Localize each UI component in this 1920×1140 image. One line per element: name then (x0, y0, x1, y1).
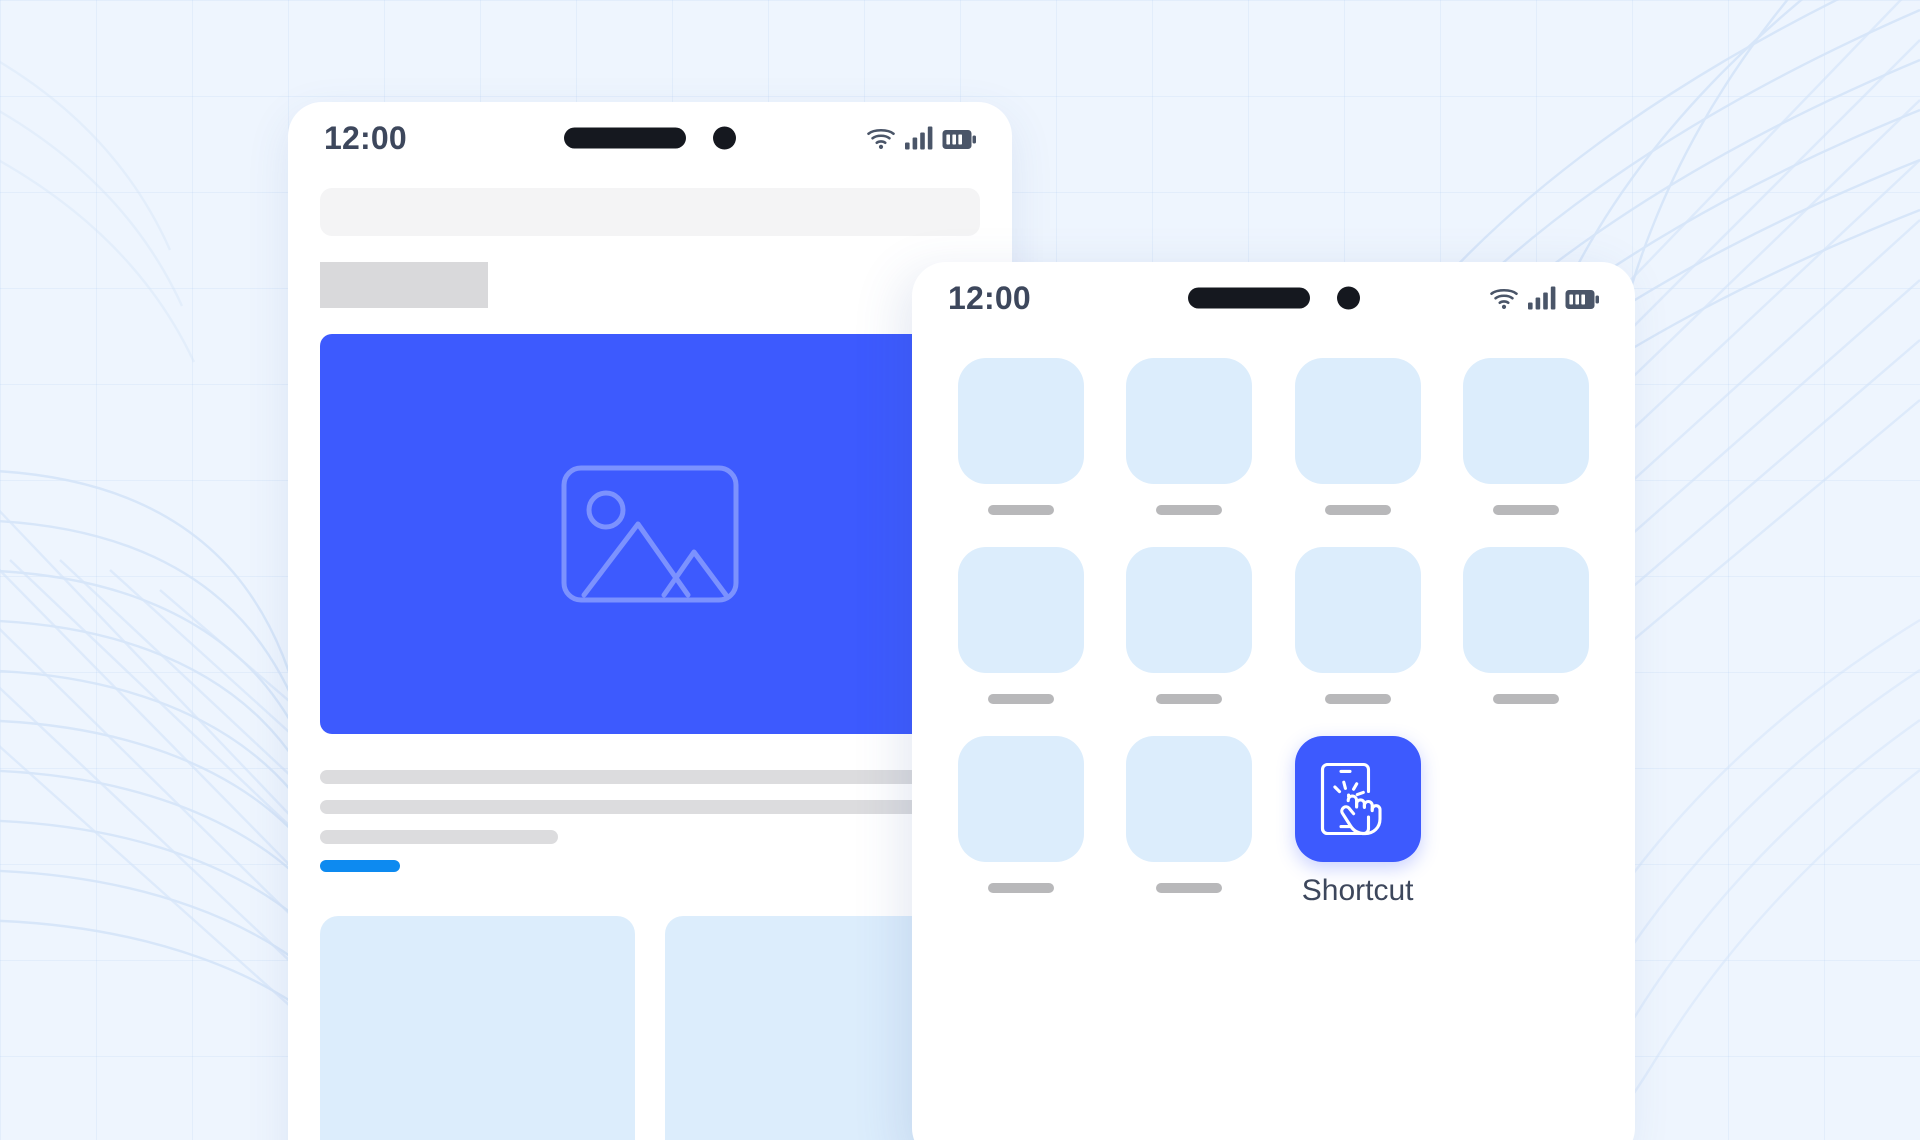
app-icon-8[interactable] (1461, 547, 1591, 704)
text-line-1 (320, 770, 980, 784)
app-label-placeholder (988, 883, 1055, 893)
app-icon-9[interactable] (956, 736, 1086, 906)
search-bar-placeholder[interactable] (320, 188, 980, 236)
app-label-placeholder (1492, 505, 1559, 515)
accent-underline (320, 860, 400, 872)
shortcut-label: Shortcut (1301, 874, 1414, 907)
tap-phone-icon (1319, 757, 1397, 841)
app-tile-placeholder (1294, 358, 1421, 484)
app-tile-placeholder (1126, 358, 1253, 484)
app-tile-placeholder (1462, 358, 1589, 484)
image-placeholder-icon (560, 464, 740, 604)
app-grid: Shortcut (912, 334, 1635, 906)
back-statusbar-icons (866, 126, 976, 150)
app-icon-10[interactable] (1124, 736, 1254, 906)
battery-icon (1565, 290, 1599, 310)
app-tile-placeholder (958, 547, 1085, 673)
cellular-signal-icon (905, 126, 933, 150)
content-card-1[interactable] (320, 916, 635, 1140)
app-tile-placeholder (1294, 547, 1421, 673)
app-icon-7[interactable] (1293, 547, 1423, 704)
phone-mockup-back: 12:00 (288, 102, 1012, 1140)
app-icon-2[interactable] (1124, 358, 1254, 515)
app-icon-5[interactable] (956, 547, 1086, 704)
text-line-3 (320, 830, 558, 844)
category-chip-placeholder[interactable] (320, 262, 488, 308)
app-icon-3[interactable] (1293, 358, 1423, 515)
notch-pill-icon (564, 127, 686, 149)
front-statusbar-time: 12:00 (948, 280, 1031, 316)
camera-dot-icon (713, 126, 736, 150)
notch-pill-icon (1187, 287, 1310, 309)
app-tile-placeholder (958, 358, 1085, 484)
battery-icon (942, 130, 976, 150)
hero-image-placeholder[interactable] (320, 334, 980, 734)
phone-mockup-front: 12:00 Shortcut (912, 262, 1635, 1140)
back-statusbar: 12:00 (288, 102, 1012, 174)
app-label-placeholder (1156, 694, 1223, 704)
shortcut-tile (1294, 736, 1421, 862)
back-notch-group (564, 126, 736, 150)
wifi-icon (1489, 287, 1519, 310)
app-label-placeholder (1324, 505, 1391, 515)
front-statusbar: 12:00 (912, 262, 1635, 334)
app-label-placeholder (1492, 694, 1559, 704)
app-tile-placeholder (1126, 736, 1253, 862)
text-line-2 (320, 800, 980, 814)
text-placeholder-lines (320, 770, 980, 872)
app-label-placeholder (988, 505, 1055, 515)
app-icon-4[interactable] (1461, 358, 1591, 515)
content-card-row (320, 916, 980, 1140)
app-label-placeholder (1324, 694, 1391, 704)
back-statusbar-time: 12:00 (324, 120, 407, 156)
app-label-placeholder (1156, 505, 1223, 515)
wifi-icon (866, 127, 896, 150)
back-phone-content (288, 188, 1012, 1140)
app-tile-placeholder (958, 736, 1085, 862)
front-statusbar-icons (1489, 286, 1599, 310)
app-icon-shortcut[interactable]: Shortcut (1293, 736, 1423, 906)
front-notch-group (1187, 286, 1360, 310)
app-tile-placeholder (1126, 547, 1253, 673)
camera-dot-icon (1336, 286, 1360, 310)
app-label-placeholder (1156, 883, 1223, 893)
app-icon-6[interactable] (1124, 547, 1254, 704)
app-label-placeholder (988, 694, 1055, 704)
app-icon-1[interactable] (956, 358, 1086, 515)
app-tile-placeholder (1462, 547, 1589, 673)
cellular-signal-icon (1528, 286, 1556, 310)
